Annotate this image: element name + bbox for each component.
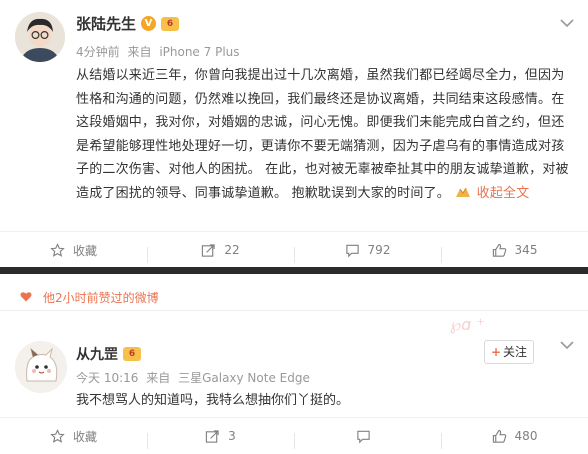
favorite-button[interactable]: 收藏 (0, 428, 147, 445)
post-source-prefix: 来自 (127, 45, 152, 59)
comment-action-bar: 收藏 3 480 (0, 417, 588, 454)
comment-count: 792 (367, 243, 391, 257)
like-button[interactable]: 345 (441, 243, 588, 263)
chevron-down-icon[interactable] (560, 340, 574, 350)
section-divider (0, 267, 588, 274)
thumbs-up-icon (492, 243, 506, 257)
comment-button[interactable] (294, 429, 441, 449)
username-text[interactable]: 从九罡 (76, 344, 118, 364)
star-icon (50, 242, 65, 257)
avatar[interactable] (15, 341, 67, 393)
favorite-label: 收藏 (72, 429, 97, 444)
post-meta: 4分钟前 来自 iPhone 7 Plus (76, 43, 244, 60)
favorite-button[interactable]: 收藏 (0, 242, 147, 259)
collapse-link[interactable]: 收起全文 (477, 186, 530, 201)
clap-icon (456, 187, 471, 197)
avatar-portrait-icon (15, 12, 65, 62)
comment-username[interactable]: 从九罡 6 (76, 344, 141, 364)
comment-source-prefix: 来自 (146, 371, 171, 385)
share-icon (202, 243, 216, 257)
post-content: 从结婚以来近三年，你曾向我提出过十几次离婚，虽然我们都已经竭尽全力，但因为性格和… (76, 64, 576, 205)
comment-meta: 今天 10:16 来自 三星Galaxy Note Edge (76, 369, 314, 386)
chevron-down-icon[interactable] (560, 18, 574, 28)
post-time[interactable]: 4分钟前 (76, 45, 120, 59)
repost-button[interactable]: 3 (147, 429, 294, 449)
post-action-bar: 收藏 22 792 345 (0, 231, 588, 268)
weibo-comment-post: ℘ɑ ⁺ 从九罡 6 + 关注 今天 10:16 来自 三星Galaxy Note… (0, 311, 588, 452)
star-icon (50, 428, 65, 443)
like-count: 480 (514, 429, 538, 443)
avatar[interactable] (15, 12, 65, 62)
thumbs-up-icon (492, 429, 506, 443)
share-icon (206, 429, 219, 443)
comment-source[interactable]: 三星Galaxy Note Edge (178, 371, 310, 385)
favorite-label: 收藏 (72, 243, 97, 258)
liked-text: 他2小时前赞过的微博 (43, 291, 159, 305)
username-text[interactable]: 张陆先生 (76, 13, 136, 34)
weibo-post: 张陆先生 V 6 4分钟前 来自 iPhone 7 Plus 从结婚以来近三年，… (0, 0, 588, 263)
repost-count: 22 (224, 243, 240, 257)
comment-time[interactable]: 今天 10:16 (76, 371, 138, 385)
verified-v-icon: V (141, 16, 157, 31)
post-source[interactable]: iPhone 7 Plus (159, 45, 239, 59)
repost-button[interactable]: 22 (147, 243, 294, 263)
comment-icon (357, 430, 370, 443)
post-text: 从结婚以来近三年，你曾向我提出过十几次离婚，虽然我们都已经竭尽全力，但因为性格和… (76, 68, 569, 201)
cat-avatar-icon (15, 341, 67, 393)
crown-icon: 6 (123, 347, 141, 361)
heart-icon (20, 292, 32, 302)
repost-count: 3 (228, 429, 236, 443)
liked-bar: 他2小时前赞过的微博 (0, 282, 588, 311)
like-button[interactable]: 480 (441, 429, 588, 449)
crown-icon: 6 (161, 16, 180, 31)
comment-button[interactable]: 792 (294, 243, 441, 263)
comment-icon (345, 244, 359, 257)
follow-label: 关注 (503, 345, 528, 359)
plus-icon: + (490, 345, 502, 359)
post-username[interactable]: 张陆先生 V 6 (76, 13, 180, 34)
follow-button[interactable]: + 关注 (484, 340, 534, 364)
like-count: 345 (514, 243, 538, 257)
comment-text: 我不想骂人的知道吗，我特么想抽你们丫挺的。 (76, 393, 350, 408)
